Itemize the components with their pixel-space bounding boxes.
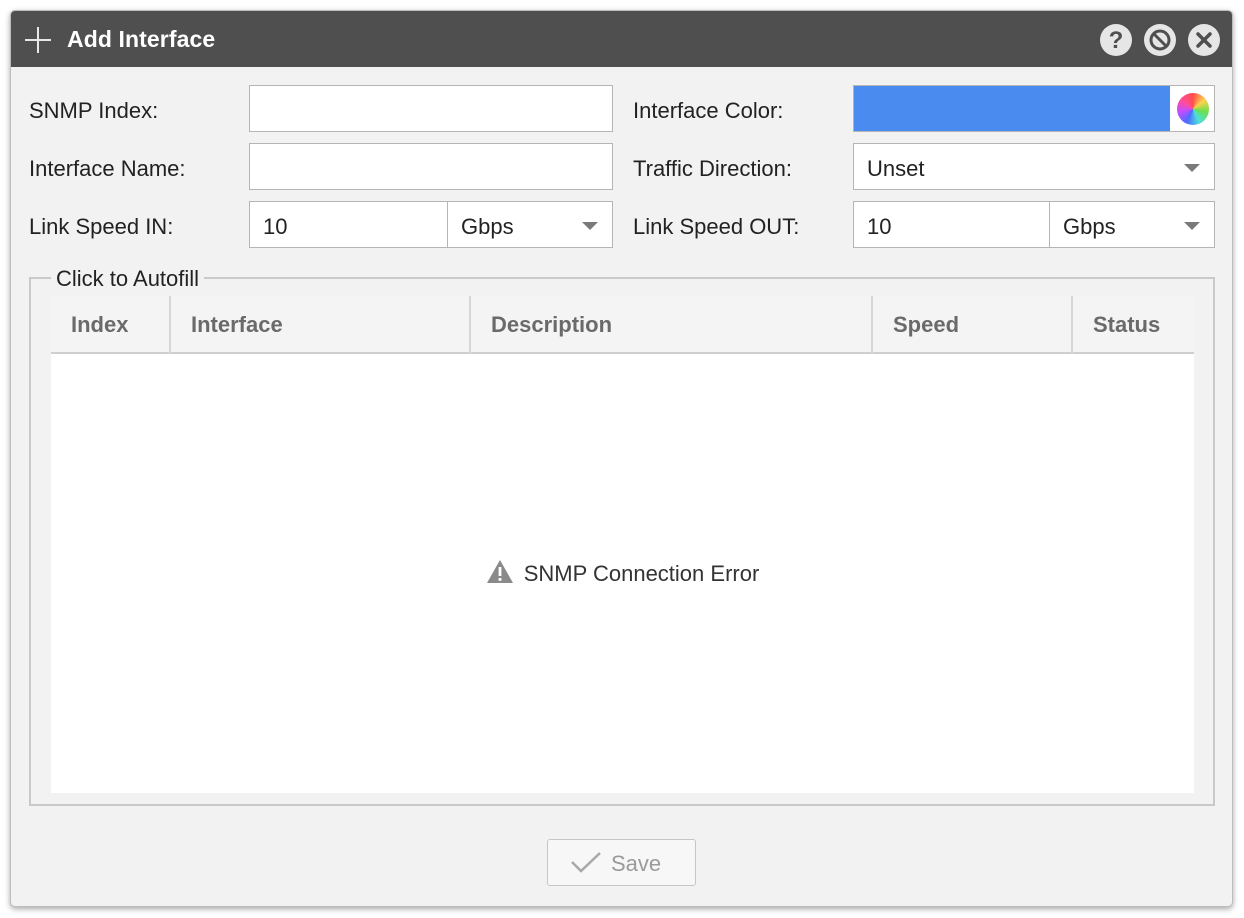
chevron-down-icon <box>582 222 598 230</box>
empty-state-text: SNMP Connection Error <box>523 561 760 586</box>
save-button[interactable]: Save <box>547 839 696 886</box>
color-swatch[interactable] <box>854 86 1170 131</box>
minimize-button[interactable] <box>1144 24 1176 56</box>
link-speed-out-unit-select[interactable]: Gbps <box>1049 201 1215 248</box>
dialog-title: Add Interface <box>67 26 216 52</box>
chevron-down-icon <box>1184 164 1200 172</box>
table-header: Index Interface Description Speed Status <box>51 296 1194 354</box>
color-wheel-icon[interactable] <box>1177 93 1209 125</box>
help-icon: ? <box>1108 27 1124 54</box>
plus-icon <box>25 27 51 53</box>
link-speed-in-input[interactable]: 10 <box>249 201 448 248</box>
column-header-index[interactable]: Index <box>51 296 171 354</box>
link-speed-in-unit-select[interactable]: Gbps <box>447 201 613 248</box>
traffic-direction-label: Traffic Direction: <box>633 156 792 181</box>
interface-color-picker[interactable] <box>853 85 1215 132</box>
snmp-index-input[interactable] <box>249 85 613 132</box>
add-interface-dialog: Add Interface ? SNMP Index: Interface Na… <box>10 10 1233 907</box>
checkmark-icon <box>571 852 601 873</box>
link-speed-out-unit-value: Gbps <box>1063 214 1116 239</box>
close-button[interactable] <box>1188 24 1220 56</box>
column-header-interface[interactable]: Interface <box>171 296 471 354</box>
empty-state-message: SNMP Connection Error <box>51 559 1194 587</box>
snmp-index-label: SNMP Index: <box>29 98 159 123</box>
interface-name-label: Interface Name: <box>29 156 186 181</box>
column-header-description[interactable]: Description <box>471 296 873 354</box>
column-header-status[interactable]: Status <box>1073 296 1194 354</box>
column-header-speed[interactable]: Speed <box>873 296 1073 354</box>
interface-color-label: Interface Color: <box>633 98 784 123</box>
save-button-label: Save <box>611 851 662 876</box>
help-button[interactable]: ? <box>1100 24 1132 56</box>
warning-icon <box>486 560 513 583</box>
link-speed-out-input[interactable]: 10 <box>853 201 1050 248</box>
traffic-direction-value: Unset <box>867 156 925 181</box>
link-speed-in-unit-value: Gbps <box>461 214 514 239</box>
dialog-titlebar: Add Interface ? <box>11 11 1232 67</box>
autofill-legend: Click to Autofill <box>51 266 205 292</box>
autofill-table: Index Interface Description Speed Status… <box>51 296 1194 793</box>
traffic-direction-select[interactable]: Unset <box>853 143 1215 190</box>
link-speed-in-label: Link Speed IN: <box>29 214 174 239</box>
close-icon <box>1196 32 1212 48</box>
interface-name-input[interactable] <box>249 143 613 190</box>
chevron-down-icon <box>1184 222 1200 230</box>
autofill-fieldset: Click to Autofill Index Interface Descri… <box>29 266 1215 806</box>
link-speed-out-label: Link Speed OUT: <box>633 214 800 239</box>
minimize-icon <box>1149 29 1171 51</box>
